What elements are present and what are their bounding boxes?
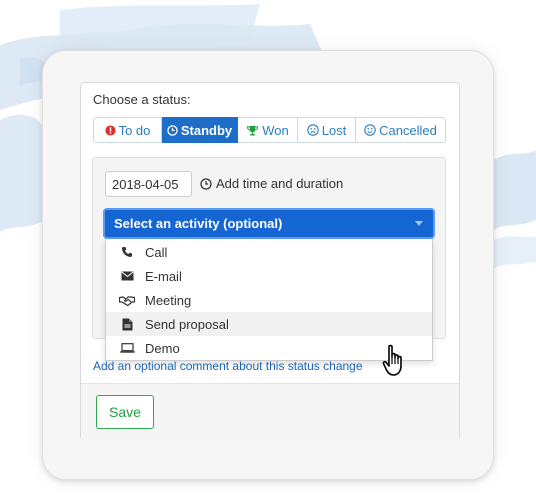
status-cancelled-label: Cancelled bbox=[379, 122, 437, 138]
activity-option-meeting[interactable]: Meeting bbox=[106, 288, 432, 312]
activity-dropdown: Call E-mail Meeting Send proposal Demo bbox=[105, 239, 433, 361]
clock-icon bbox=[167, 124, 178, 136]
chevron-down-icon bbox=[415, 221, 423, 226]
add-time-label: Add time and duration bbox=[216, 176, 344, 191]
activity-option-label: Send proposal bbox=[145, 316, 229, 332]
activity-option-call[interactable]: Call bbox=[106, 240, 432, 264]
choose-status-label: Choose a status: bbox=[93, 92, 191, 107]
phone-icon bbox=[119, 246, 135, 258]
status-button-group: To do Standby Won Lost Cancelled bbox=[93, 117, 446, 143]
status-won-button[interactable]: Won bbox=[238, 117, 298, 143]
status-won-label: Won bbox=[262, 122, 289, 138]
add-time-link[interactable]: Add time and duration bbox=[200, 176, 343, 191]
trophy-icon bbox=[246, 125, 259, 136]
activity-select[interactable]: Select an activity (optional) bbox=[103, 208, 435, 239]
activity-option-label: Demo bbox=[145, 340, 180, 356]
envelope-icon bbox=[119, 271, 135, 281]
document-icon bbox=[119, 318, 135, 331]
activity-option-label: E-mail bbox=[145, 268, 182, 284]
activity-option-label: Meeting bbox=[145, 292, 192, 308]
smile-face-icon bbox=[364, 124, 376, 136]
laptop-icon bbox=[119, 343, 135, 353]
clock-icon bbox=[200, 177, 212, 190]
status-lost-label: Lost bbox=[321, 122, 347, 138]
status-lost-button[interactable]: Lost bbox=[298, 117, 356, 143]
status-standby-label: Standby bbox=[180, 122, 233, 138]
handshake-icon bbox=[119, 295, 135, 306]
stage: Choose a status: To do Standby Won Lost bbox=[0, 0, 536, 496]
exclamation-circle-icon bbox=[105, 124, 116, 136]
hand-pointer-cursor-icon bbox=[382, 344, 402, 376]
add-comment-link[interactable]: Add an optional comment about this statu… bbox=[93, 359, 363, 373]
date-input[interactable] bbox=[105, 171, 192, 197]
activity-select-value: Select an activity (optional) bbox=[114, 216, 283, 231]
activity-option-email[interactable]: E-mail bbox=[106, 264, 432, 288]
sad-face-icon bbox=[306, 124, 319, 136]
activity-option-label: Call bbox=[145, 244, 168, 260]
status-standby-button[interactable]: Standby bbox=[162, 117, 238, 143]
status-cancelled-button[interactable]: Cancelled bbox=[356, 117, 446, 143]
activity-option-send-proposal[interactable]: Send proposal bbox=[106, 312, 432, 336]
status-todo-button[interactable]: To do bbox=[93, 117, 162, 143]
save-button[interactable]: Save bbox=[96, 395, 154, 429]
status-todo-label: To do bbox=[118, 122, 151, 138]
